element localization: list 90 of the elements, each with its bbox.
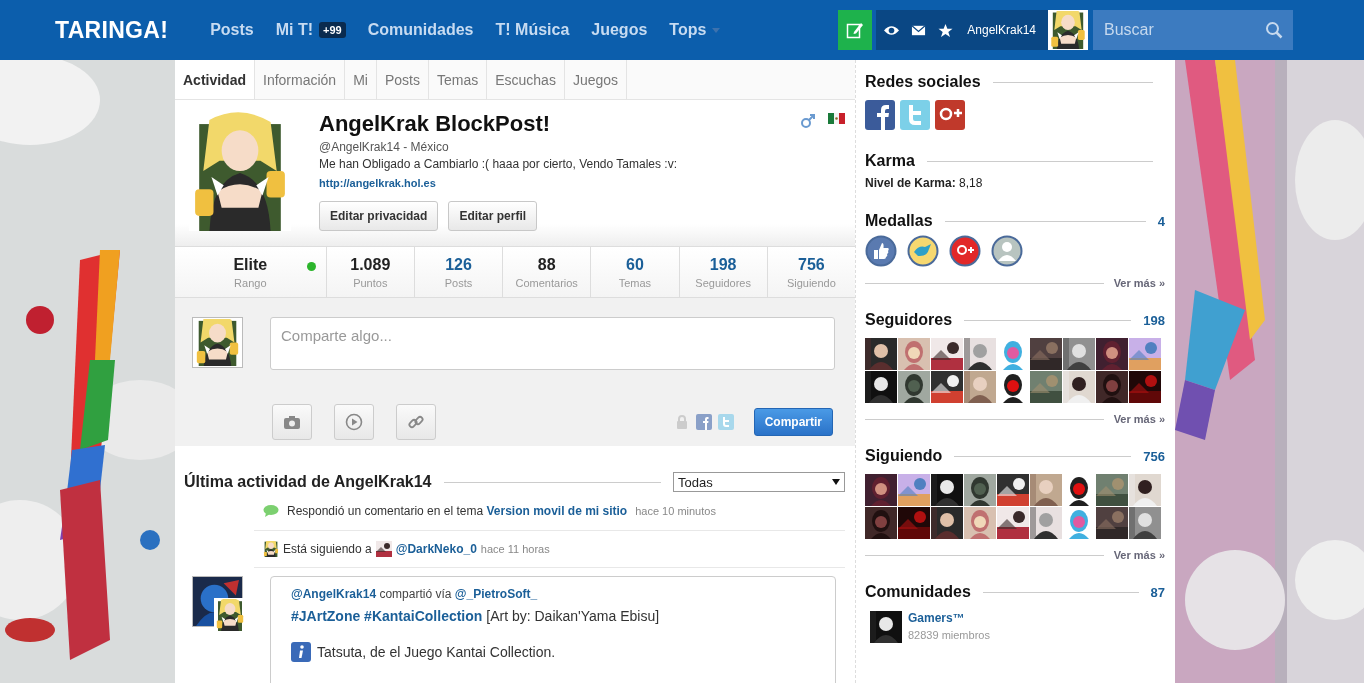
- website-link[interactable]: http://angelkrak.hol.es: [319, 177, 800, 189]
- stat-label: Temas: [618, 276, 652, 289]
- post-header: @AngelKrak14 compartió vía @_PietroSoft_: [291, 587, 539, 601]
- site-logo[interactable]: TARINGA!: [55, 16, 169, 44]
- section-title: Redes sociales: [865, 73, 981, 91]
- karma-level: Nivel de Karma: 8,18: [865, 176, 984, 190]
- section-count[interactable]: 756: [1143, 448, 1165, 464]
- facebook-icon[interactable]: [865, 100, 895, 130]
- nav-link[interactable]: Mi T! +99: [275, 21, 346, 39]
- flag-icon: [828, 113, 845, 124]
- hashtags[interactable]: #JArtZone #KantaiCollection: [291, 608, 483, 624]
- play-icon: [345, 412, 363, 431]
- see-more-link[interactable]: Ver más »: [1113, 413, 1165, 425]
- profile-tab[interactable]: Información: [255, 60, 346, 99]
- community-link[interactable]: Gamers™: [908, 611, 990, 625]
- timestamp: hace 11 horas: [480, 543, 550, 555]
- nav-link[interactable]: Posts: [210, 21, 254, 39]
- post-input[interactable]: Comparte algo...: [270, 317, 835, 370]
- stat-label: Comentarios: [515, 276, 578, 289]
- stat-value[interactable]: 198: [709, 255, 737, 274]
- link-button[interactable]: [396, 403, 436, 440]
- timestamp: hace 10 minutos: [635, 505, 716, 517]
- section-title: Seguidores: [865, 311, 953, 329]
- profile-handle: @AngelKrak14 - México: [319, 140, 450, 154]
- pencil-icon: [846, 21, 865, 39]
- see-more-link[interactable]: Ver más »: [1113, 549, 1165, 561]
- edit-button[interactable]: Editar perfil: [448, 201, 538, 231]
- profile-tab[interactable]: Escuchas: [487, 60, 565, 99]
- profile-tab[interactable]: Juegos: [564, 60, 628, 99]
- user-link[interactable]: @AngelKrak14: [291, 587, 377, 601]
- section-count[interactable]: 4: [1157, 213, 1165, 229]
- stat-value: 1.089: [350, 255, 391, 274]
- edit-button[interactable]: Editar privacidad: [319, 201, 439, 231]
- stat-value[interactable]: 60: [626, 255, 644, 274]
- username[interactable]: AngelKrak14: [967, 23, 1036, 37]
- thumbs-up-medal-icon: [865, 235, 897, 267]
- profile-tab[interactable]: Mi: [345, 60, 377, 99]
- video-button[interactable]: [334, 403, 374, 440]
- male-icon: [800, 113, 816, 129]
- plus-medal-icon: [949, 235, 981, 267]
- filter-select[interactable]: Todas: [673, 472, 845, 492]
- see-more-link[interactable]: Ver más »: [1113, 277, 1165, 289]
- google-plus-icon[interactable]: [935, 100, 965, 130]
- compose-button[interactable]: [838, 10, 873, 50]
- info-icon: [291, 642, 311, 662]
- member-count: 82839 miembros: [908, 629, 990, 641]
- photo-button[interactable]: [272, 403, 312, 440]
- post-note: Tatsuta, de el Juego Kantai Collection.: [317, 644, 556, 660]
- stat-value[interactable]: 756: [798, 255, 825, 274]
- section-title: Siguiendo: [865, 447, 943, 465]
- stat-label: Siguiendo: [786, 276, 836, 289]
- share-button[interactable]: Compartir: [753, 407, 833, 436]
- search-icon[interactable]: [1265, 21, 1283, 39]
- activity-text: Está siguiendo a: [283, 542, 372, 556]
- nav-link[interactable]: T! Música: [495, 21, 570, 39]
- activity-text: Respondió un comentario en el tema Version movil de mi sitio: [287, 504, 628, 518]
- section-title: Karma: [865, 152, 915, 170]
- stat-label: Seguidores: [695, 276, 751, 289]
- profile-tab[interactable]: Actividad: [175, 60, 255, 99]
- star-icon[interactable]: [938, 22, 954, 38]
- stat-label: Puntos: [353, 276, 388, 289]
- section-count[interactable]: 87: [1150, 584, 1165, 600]
- topic-link[interactable]: Version movil de mi sitio: [486, 504, 628, 518]
- notification-badge: +99: [319, 22, 346, 38]
- speech-bubble-icon: [263, 503, 279, 519]
- profile-tab[interactable]: Posts: [376, 60, 429, 99]
- section-title: Última actividad de AngelKrak14: [184, 473, 432, 491]
- caret-icon: [832, 479, 840, 485]
- twitter-icon[interactable]: [900, 100, 930, 130]
- section-count[interactable]: 198: [1143, 312, 1165, 328]
- section-title: Medallas: [865, 212, 933, 230]
- section-title: Comunidades: [865, 583, 971, 601]
- post-text: #JArtZone #KantaiCollection [Art by: Daikan'Yama Ebisu]: [291, 608, 661, 624]
- user-link[interactable]: @_PietroSoft_: [454, 587, 538, 601]
- bird-medal-icon: [907, 235, 939, 267]
- user-link[interactable]: @DarkNeko_0: [395, 542, 477, 556]
- stat-value: 88: [537, 255, 556, 274]
- mail-icon[interactable]: [911, 22, 927, 38]
- profile-tab[interactable]: Temas: [428, 60, 488, 99]
- profile-bio: Me han Obligado a Cambiarlo :( haaa por cierto, Vendo Tamales :v:: [319, 157, 678, 171]
- stat-label: Rango: [234, 276, 267, 289]
- nav-link[interactable]: Tops: [669, 21, 721, 39]
- nav-link[interactable]: Comunidades: [367, 21, 474, 39]
- stat-value[interactable]: 126: [445, 255, 472, 274]
- person-medal-icon: [991, 235, 1023, 267]
- rank-value: Elite: [233, 255, 268, 274]
- search-field[interactable]: Buscar: [1093, 10, 1293, 50]
- profile-name: AngelKrak BlockPost!: [319, 111, 552, 137]
- nav-link[interactable]: Juegos: [591, 21, 648, 39]
- stat-label: Posts: [444, 276, 473, 289]
